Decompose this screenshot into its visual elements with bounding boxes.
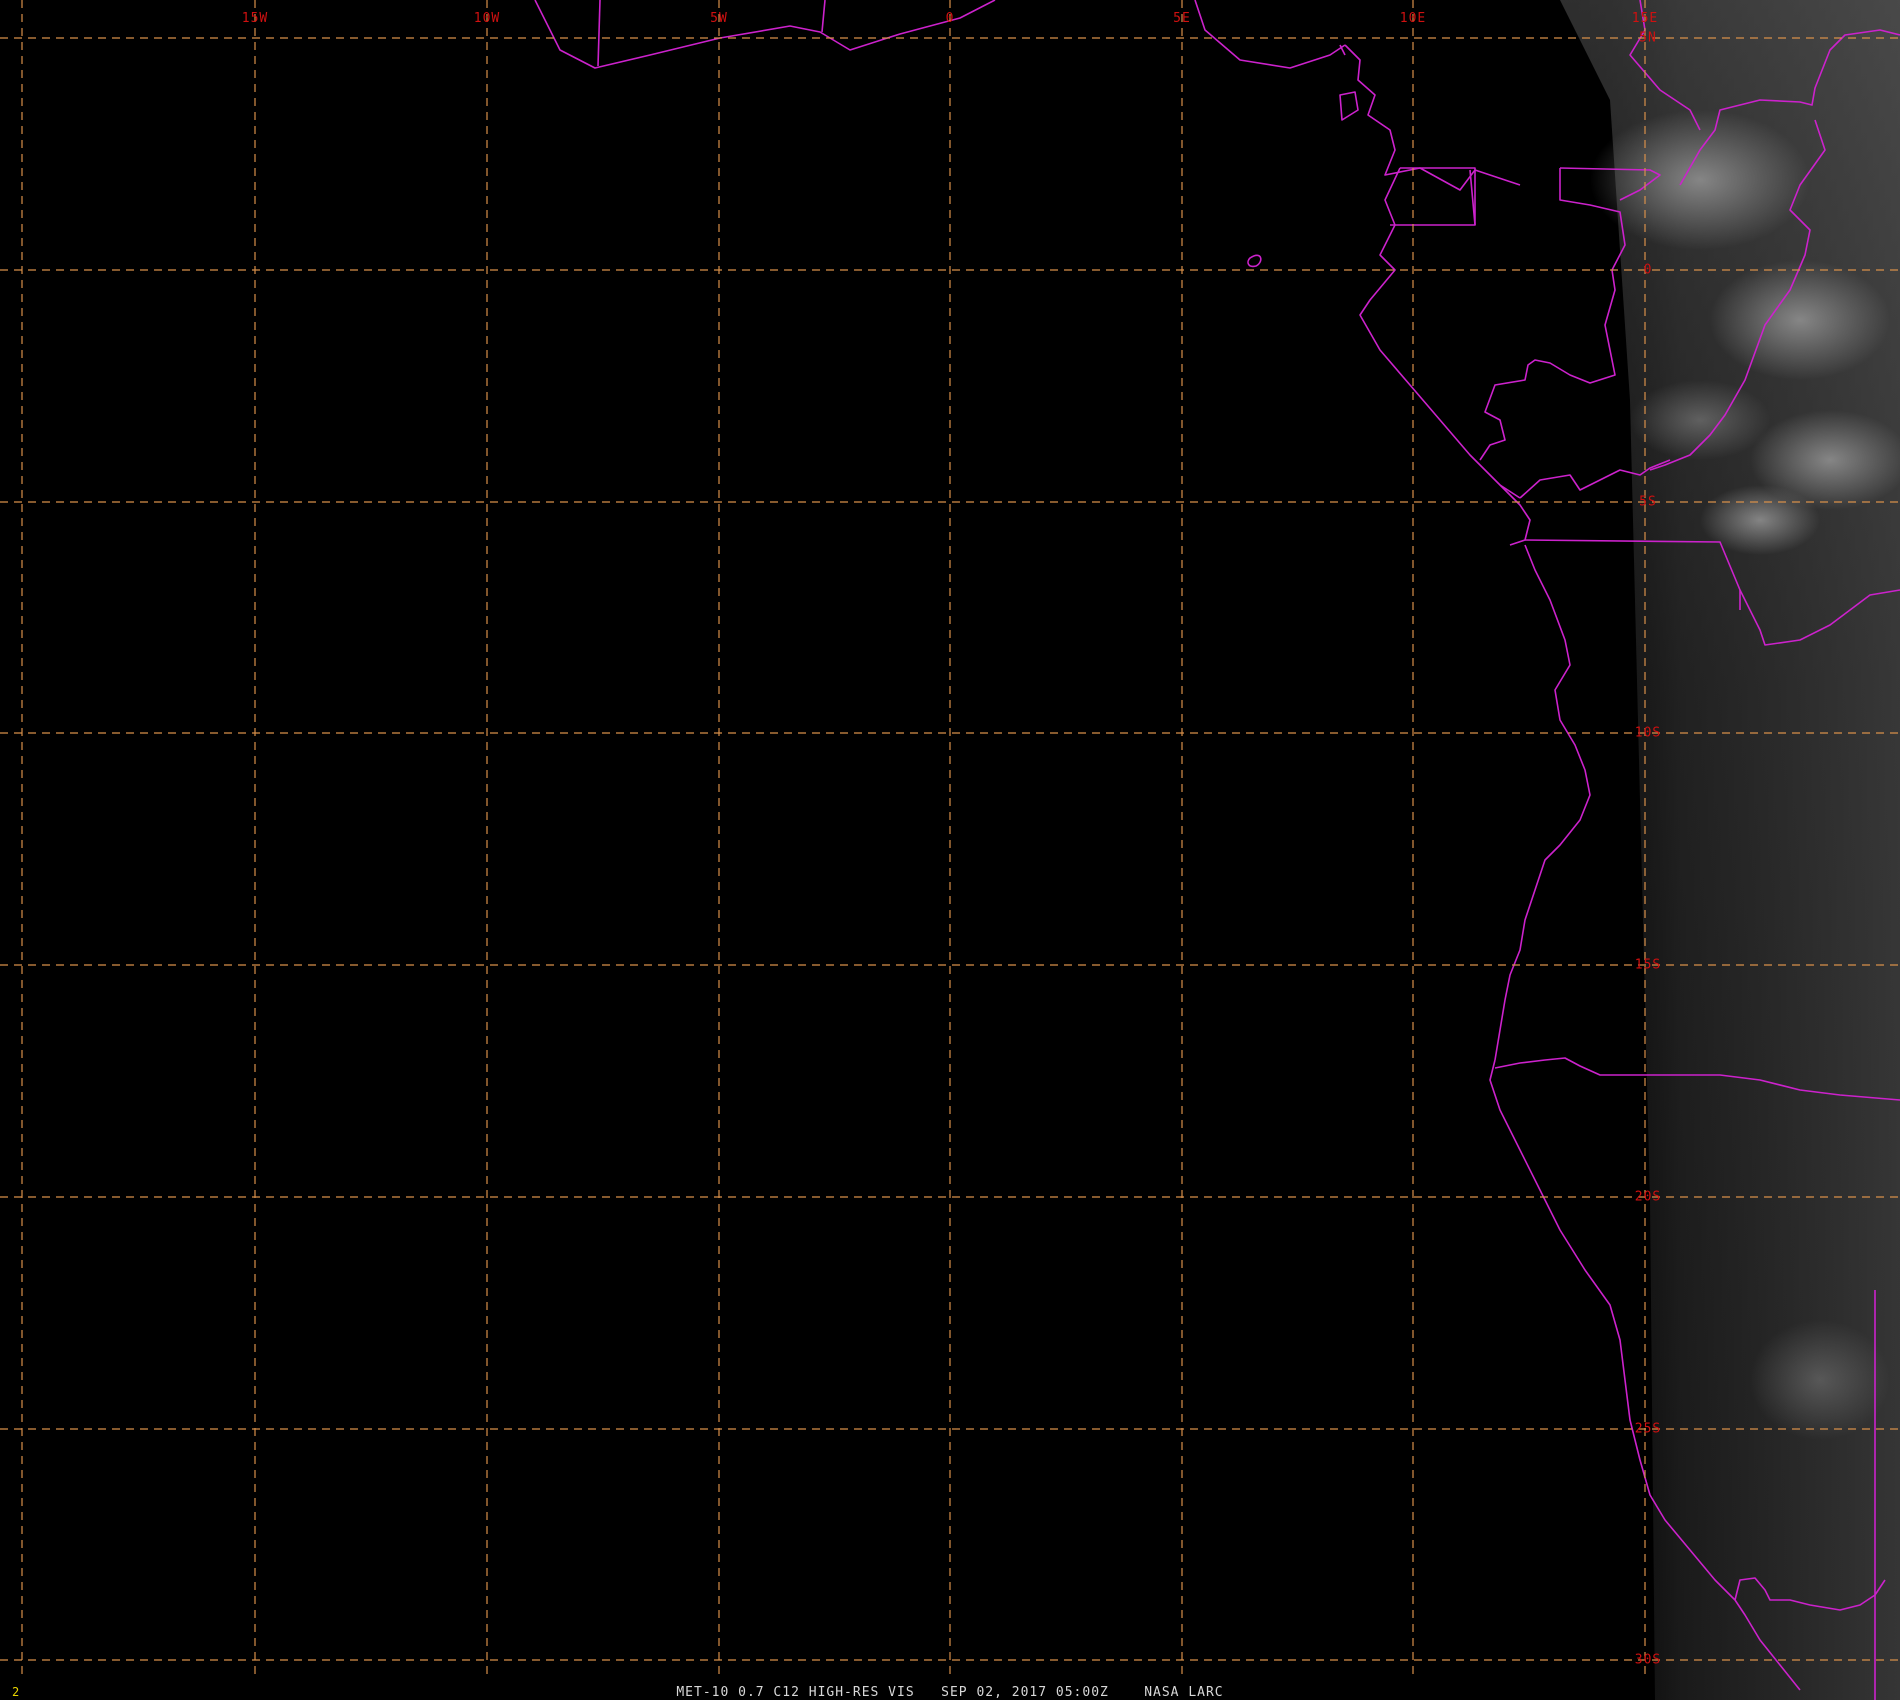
west-africa-coastline xyxy=(534,0,996,69)
sao-tome-island xyxy=(1247,254,1262,268)
image-caption: MET-10 0.7 C12 HIGH-RES VIS SEP 02, 2017… xyxy=(0,1686,1900,1699)
latitude-label-30S: 30S xyxy=(1634,1652,1662,1668)
latitude-label-15S: 15S xyxy=(1634,957,1662,973)
satellite-map xyxy=(0,0,1900,1700)
sunlit-imagery xyxy=(1560,0,1900,1700)
latitude-label-5N: 5N xyxy=(1639,30,1657,46)
latitude-label-0: 0 xyxy=(1643,262,1653,278)
latitude-label-5S: 5S xyxy=(1639,494,1657,510)
longitude-label-15W: 15W xyxy=(241,11,269,26)
longitude-label-5E: 5E xyxy=(1173,11,1191,26)
guinea-coast-border-2 xyxy=(821,0,826,33)
guinea-coast-border-1 xyxy=(597,0,601,67)
caption-datetime: SEP 02, 2017 05:00Z xyxy=(941,1685,1109,1700)
rio-muni-border xyxy=(1390,167,1476,226)
longitude-label-5W: 5W xyxy=(710,11,728,26)
latitude-label-25S: 25S xyxy=(1634,1421,1662,1437)
nigeria-coast xyxy=(1194,0,1346,69)
gabon-border xyxy=(1469,168,1626,461)
caption-satellite: MET-10 0.7 C12 HIGH-RES VIS xyxy=(676,1685,915,1700)
longitude-label-0: 0 xyxy=(945,11,955,26)
caption-source: NASA LARC xyxy=(1144,1685,1224,1700)
longitude-label-10E: 10E xyxy=(1399,11,1427,26)
latitude-label-10S: 10S xyxy=(1634,725,1662,741)
longitude-label-15E: 15E xyxy=(1631,11,1659,26)
lat-lon-grid xyxy=(0,0,1900,1680)
angola-coastline xyxy=(1494,544,1591,1061)
longitude-label-10W: 10W xyxy=(473,11,501,26)
latitude-label-20S: 20S xyxy=(1634,1189,1662,1205)
bioko-island xyxy=(1339,91,1359,121)
gabon-coastline xyxy=(1359,167,1521,499)
